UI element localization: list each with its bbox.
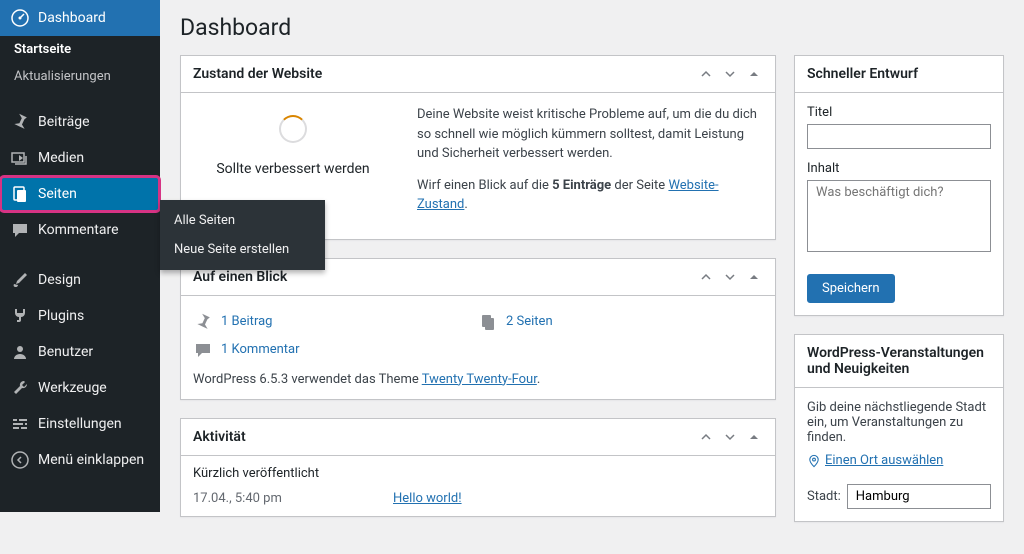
- city-input[interactable]: [847, 484, 991, 509]
- pages-icon: [10, 184, 30, 204]
- events-heading: WordPress-Veranstaltungen und Neuigkeite…: [807, 345, 991, 377]
- menu-media[interactable]: Medien: [0, 140, 160, 176]
- user-icon: [10, 342, 30, 362]
- main-content: Dashboard Zustand der Website Sollte ver…: [160, 0, 1024, 554]
- glance-pages-link[interactable]: 2 Seiten: [506, 314, 553, 329]
- flyout-all-pages[interactable]: Alle Seiten: [160, 206, 325, 235]
- comment-icon: [10, 220, 30, 240]
- events-box: WordPress-Veranstaltungen und Neuigkeite…: [794, 334, 1004, 522]
- pin-icon: [193, 312, 213, 332]
- submenu-startseite[interactable]: Startseite: [0, 36, 160, 63]
- events-intro: Gib deine nächstliegende Stadt ein, um V…: [807, 400, 991, 445]
- glance-posts-link[interactable]: 1 Beitrag: [221, 314, 272, 329]
- menu-comments[interactable]: Kommentare: [0, 212, 160, 248]
- dashboard-icon: [10, 8, 30, 28]
- pages-icon: [478, 312, 498, 332]
- site-health-heading: Zustand der Website: [193, 66, 322, 82]
- activity-box: Aktivität Kürzlich veröffentlicht 17.04.…: [180, 418, 776, 517]
- move-up-icon[interactable]: [697, 271, 715, 283]
- menu-posts-label: Beiträge: [38, 114, 90, 130]
- draft-content-input[interactable]: [807, 180, 991, 252]
- pages-flyout: Alle Seiten Neue Seite erstellen: [160, 200, 325, 270]
- page-title: Dashboard: [180, 14, 1004, 41]
- quick-draft-heading: Schneller Entwurf: [807, 66, 918, 82]
- menu-users[interactable]: Benutzer: [0, 334, 160, 370]
- menu-collapse[interactable]: Menü einklappen: [0, 442, 160, 478]
- media-icon: [10, 148, 30, 168]
- glance-comments-link[interactable]: 1 Kommentar: [221, 342, 300, 357]
- at-a-glance-box: Auf einen Blick 1 Beitrag: [180, 258, 776, 400]
- draft-content-label: Inhalt: [807, 161, 991, 176]
- menu-pages[interactable]: Seiten: [0, 176, 160, 212]
- city-label: Stadt:: [807, 489, 841, 504]
- health-status: Sollte verbessert werden: [193, 161, 393, 177]
- brush-icon: [10, 270, 30, 290]
- sliders-icon: [10, 414, 30, 434]
- health-spinner-icon: [279, 115, 307, 143]
- menu-plugins-label: Plugins: [38, 308, 84, 324]
- glance-heading: Auf einen Blick: [193, 269, 287, 285]
- move-down-icon[interactable]: [721, 271, 739, 283]
- menu-appearance-label: Design: [38, 272, 81, 288]
- menu-dashboard[interactable]: Dashboard: [0, 0, 160, 36]
- activity-time: 17.04., 5:40 pm: [193, 491, 393, 506]
- toggle-icon[interactable]: [745, 431, 763, 443]
- menu-dashboard-label: Dashboard: [38, 10, 106, 26]
- glance-footer-text: WordPress 6.5.3 verwendet das Theme: [193, 372, 422, 387]
- glance-theme-link[interactable]: Twenty Twenty-Four: [422, 372, 537, 387]
- toggle-icon[interactable]: [745, 271, 763, 283]
- submenu-aktualisierungen[interactable]: Aktualisierungen: [0, 63, 160, 90]
- menu-tools-label: Werkzeuge: [38, 380, 107, 396]
- admin-sidebar: Dashboard Startseite Aktualisierungen Be…: [0, 0, 160, 512]
- menu-settings-label: Einstellungen: [38, 416, 122, 432]
- activity-post-link[interactable]: Hello world!: [393, 491, 462, 506]
- menu-settings[interactable]: Einstellungen: [0, 406, 160, 442]
- collapse-icon: [10, 450, 30, 470]
- menu-plugins[interactable]: Plugins: [0, 298, 160, 334]
- move-up-icon[interactable]: [697, 68, 715, 80]
- health-text-critical: Deine Website weist kritische Probleme a…: [417, 105, 763, 164]
- menu-comments-label: Kommentare: [38, 222, 119, 238]
- health-text-link: Wirf einen Blick auf die 5 Einträge der …: [417, 176, 763, 215]
- draft-title-input[interactable]: [807, 124, 991, 149]
- pin-icon: [10, 112, 30, 132]
- wrench-icon: [10, 378, 30, 398]
- flyout-new-page[interactable]: Neue Seite erstellen: [160, 235, 325, 264]
- move-down-icon[interactable]: [721, 431, 739, 443]
- menu-collapse-label: Menü einklappen: [38, 452, 144, 468]
- menu-tools[interactable]: Werkzeuge: [0, 370, 160, 406]
- move-down-icon[interactable]: [721, 68, 739, 80]
- events-location-link[interactable]: Einen Ort auswählen: [807, 453, 943, 468]
- menu-appearance[interactable]: Design: [0, 262, 160, 298]
- toggle-icon[interactable]: [745, 68, 763, 80]
- activity-heading: Aktivität: [193, 429, 246, 445]
- quick-draft-box: Schneller Entwurf Titel Inhalt Speichern: [794, 55, 1004, 316]
- plug-icon: [10, 306, 30, 326]
- comment-icon: [193, 340, 213, 360]
- menu-pages-label: Seiten: [38, 186, 77, 202]
- menu-users-label: Benutzer: [38, 344, 93, 360]
- location-icon: [807, 454, 821, 468]
- menu-posts[interactable]: Beiträge: [0, 104, 160, 140]
- move-up-icon[interactable]: [697, 431, 715, 443]
- draft-title-label: Titel: [807, 105, 991, 120]
- activity-recent-heading: Kürzlich veröffentlicht: [181, 456, 775, 487]
- menu-media-label: Medien: [38, 150, 84, 166]
- save-button[interactable]: Speichern: [807, 274, 895, 303]
